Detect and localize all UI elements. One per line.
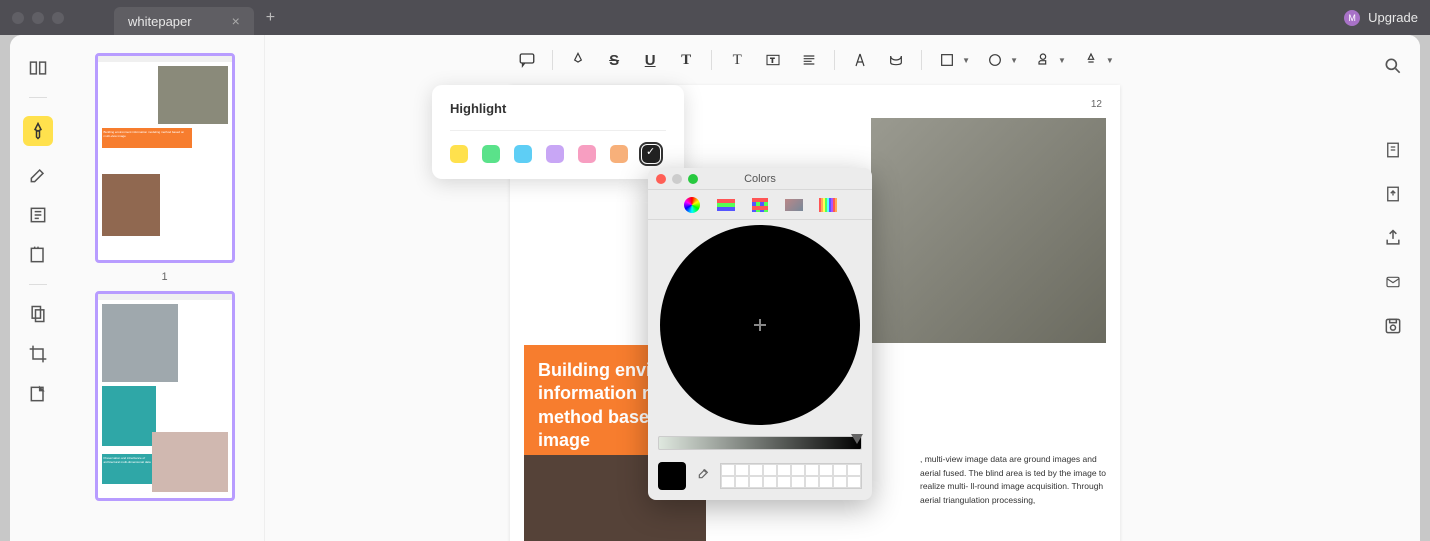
chevron-down-icon[interactable]: ▼	[1106, 56, 1114, 65]
minimize-window[interactable]	[32, 12, 44, 24]
body-text-right: , multi-view image data are ground image…	[920, 453, 1106, 507]
zoom-icon[interactable]	[688, 174, 698, 184]
zoom-window[interactable]	[52, 12, 64, 24]
swatch-orange[interactable]	[610, 145, 628, 163]
current-color-swatch[interactable]	[658, 462, 686, 490]
highlight-popover: Highlight	[432, 85, 684, 179]
document-tab[interactable]: whitepaper ×	[114, 7, 254, 35]
minimize-icon[interactable]	[672, 174, 682, 184]
left-tool-rail	[10, 35, 65, 541]
swatch-pink[interactable]	[578, 145, 596, 163]
swatch-blue[interactable]	[514, 145, 532, 163]
color-wheel[interactable]	[660, 225, 860, 425]
window-titlebar: whitepaper × + M Upgrade	[0, 0, 1430, 35]
close-tab-icon[interactable]: ×	[232, 13, 240, 29]
page-image-building	[871, 118, 1106, 343]
chevron-down-icon[interactable]: ▼	[962, 56, 970, 65]
page-thumbnail-1[interactable]: Building environment information modelin…	[95, 53, 235, 263]
svg-text:T: T	[770, 58, 774, 65]
color-window-title: Colors	[744, 173, 776, 185]
close-window[interactable]	[12, 12, 24, 24]
slider-thumb[interactable]	[851, 434, 863, 444]
swatch-yellow[interactable]	[450, 145, 468, 163]
circle-shape-icon[interactable]	[984, 49, 1006, 71]
mail-icon[interactable]	[1382, 271, 1404, 293]
outline-panel-icon[interactable]	[1382, 139, 1404, 161]
page-thumbnail-2[interactable]: Preservation and inheritance of architec…	[95, 291, 235, 501]
tab-title: whitepaper	[128, 14, 192, 29]
text-tool-icon[interactable]	[27, 204, 49, 226]
paragraph-icon[interactable]	[798, 49, 820, 71]
pen-tool-icon[interactable]	[27, 164, 49, 186]
mask-icon[interactable]	[885, 49, 907, 71]
annotation-toolbar: S U T T T ▼ ▼ ▼ ▼	[265, 35, 1365, 85]
color-picker-titlebar[interactable]: Colors	[648, 168, 872, 190]
thumb-number: 1	[161, 271, 167, 283]
right-tool-rail	[1365, 35, 1420, 541]
chevron-down-icon[interactable]: ▼	[1010, 56, 1018, 65]
crop-tool-icon[interactable]	[27, 343, 49, 365]
traffic-lights	[12, 12, 64, 24]
rect-shape-icon[interactable]	[936, 49, 958, 71]
swatch-purple[interactable]	[546, 145, 564, 163]
crosshair-icon	[754, 319, 766, 331]
share-icon[interactable]	[1382, 227, 1404, 249]
extract-tool-icon[interactable]	[27, 383, 49, 405]
color-mode-tabs	[648, 190, 872, 220]
signature-icon[interactable]	[1080, 49, 1102, 71]
highlighter-tool-icon[interactable]	[23, 116, 53, 146]
page-number: 12	[1091, 99, 1102, 110]
popover-title: Highlight	[450, 101, 666, 116]
reading-mode-icon[interactable]	[27, 57, 49, 79]
upgrade-button[interactable]: Upgrade	[1368, 10, 1418, 25]
strikethrough-icon[interactable]: S	[603, 49, 625, 71]
comment-icon[interactable]	[516, 49, 538, 71]
chevron-down-icon[interactable]: ▼	[1058, 56, 1066, 65]
close-icon[interactable]	[656, 174, 666, 184]
color-sliders-tab[interactable]	[715, 196, 737, 214]
stamp-icon[interactable]	[1032, 49, 1054, 71]
saved-colors-palette[interactable]	[720, 463, 862, 489]
copy-tool-icon[interactable]	[27, 303, 49, 325]
search-icon[interactable]	[1382, 55, 1404, 77]
color-wheel-area[interactable]	[648, 220, 872, 430]
color-swatches	[450, 145, 666, 163]
text-insert-icon[interactable]: T	[726, 49, 748, 71]
textbox-icon[interactable]: T	[762, 49, 784, 71]
thumbnail-panel: Building environment information modelin…	[65, 35, 265, 541]
new-tab-button[interactable]: +	[266, 9, 275, 27]
brightness-slider[interactable]	[658, 436, 862, 450]
shape-a-icon[interactable]	[849, 49, 871, 71]
color-picker-window[interactable]: Colors	[648, 168, 872, 500]
export-panel-icon[interactable]	[1382, 183, 1404, 205]
note-tool-icon[interactable]	[27, 244, 49, 266]
color-image-tab[interactable]	[783, 196, 805, 214]
color-pencils-tab[interactable]	[817, 196, 839, 214]
color-palette-tab[interactable]	[749, 196, 771, 214]
avatar[interactable]: M	[1344, 10, 1360, 26]
text-style-icon[interactable]: T	[675, 49, 697, 71]
eyedropper-icon[interactable]	[694, 467, 712, 485]
save-icon[interactable]	[1382, 315, 1404, 337]
highlight-color-icon[interactable]	[567, 49, 589, 71]
swatch-green[interactable]	[482, 145, 500, 163]
color-wheel-tab[interactable]	[681, 196, 703, 214]
underline-icon[interactable]: U	[639, 49, 661, 71]
swatch-black[interactable]	[642, 145, 660, 163]
